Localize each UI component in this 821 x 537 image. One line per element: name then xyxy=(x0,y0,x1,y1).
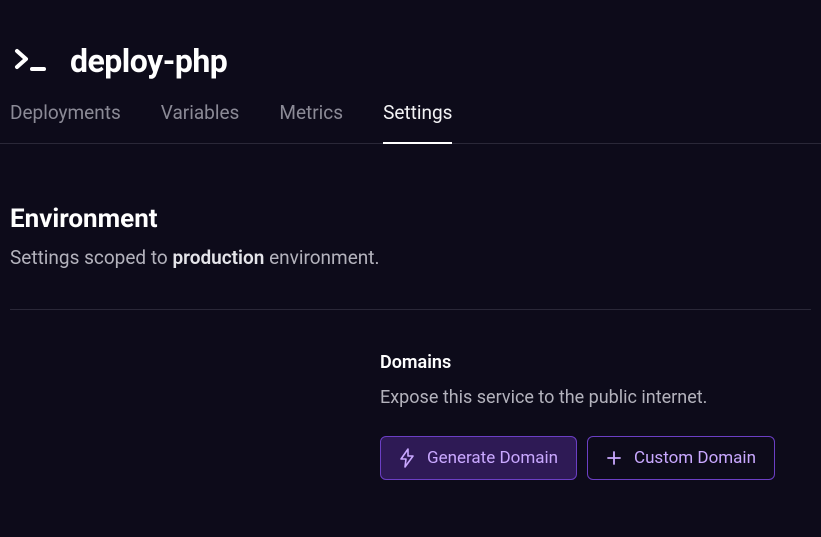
tab-deployments[interactable]: Deployments xyxy=(10,101,121,144)
domains-panel: Domains Expose this service to the publi… xyxy=(380,310,811,480)
tab-settings[interactable]: Settings xyxy=(383,101,452,144)
generate-domain-label: Generate Domain xyxy=(427,448,558,468)
env-name: production xyxy=(172,246,264,269)
tab-variables[interactable]: Variables xyxy=(161,101,240,144)
environment-subtitle: Settings scoped to production environmen… xyxy=(10,246,811,269)
page-title: deploy-php xyxy=(70,42,227,80)
tab-bar: Deployments Variables Metrics Settings xyxy=(0,100,821,144)
env-subtitle-prefix: Settings scoped to xyxy=(10,246,172,269)
domains-title: Domains xyxy=(380,352,811,373)
content-area: Environment Settings scoped to productio… xyxy=(0,144,821,480)
domains-button-row: Generate Domain Custom Domain xyxy=(380,436,811,480)
terminal-icon xyxy=(14,48,46,74)
generate-domain-button[interactable]: Generate Domain xyxy=(380,436,577,480)
plus-icon xyxy=(606,450,622,466)
page-header: deploy-php xyxy=(0,0,821,100)
environment-title: Environment xyxy=(10,204,811,234)
custom-domain-button[interactable]: Custom Domain xyxy=(587,436,775,480)
lightning-icon xyxy=(399,448,415,468)
tab-metrics[interactable]: Metrics xyxy=(279,101,343,144)
domains-description: Expose this service to the public intern… xyxy=(380,387,811,408)
custom-domain-label: Custom Domain xyxy=(634,448,756,468)
env-subtitle-suffix: environment. xyxy=(264,246,379,269)
